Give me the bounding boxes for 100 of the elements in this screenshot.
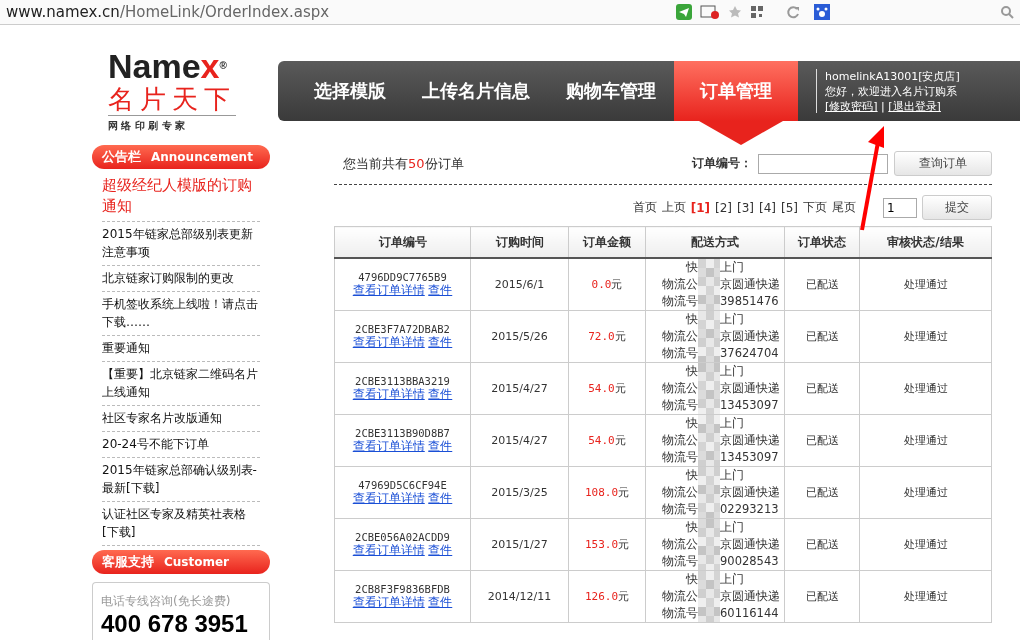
- link-separator: |: [881, 100, 885, 113]
- announcement-link[interactable]: 超级经纪人模版的订购通知: [102, 169, 260, 222]
- page-number-field[interactable]: 1: [883, 197, 917, 218]
- status-cell: 已配送: [784, 414, 860, 467]
- delivery-text: 上门: [720, 260, 745, 275]
- amount-cell: 54.0元: [568, 362, 646, 415]
- order-detail-link[interactable]: 查看订单详情: [352, 387, 425, 401]
- pager-link[interactable]: 下页: [803, 199, 827, 216]
- announcement-link[interactable]: 2015年链家总部级别表更新注意事项: [102, 222, 260, 266]
- pager-link[interactable]: [2]: [715, 200, 732, 215]
- order-detail-link[interactable]: 查看订单详情: [352, 491, 425, 505]
- pager-link[interactable]: 首页: [632, 199, 657, 216]
- announcement-link[interactable]: 认证社区专家及精英社表格[下载]: [102, 502, 260, 546]
- logo-subtitle: 名片天下: [108, 83, 236, 116]
- delivery-text: 快: [685, 520, 698, 535]
- nav-tab[interactable]: 选择模版: [296, 61, 404, 121]
- url-text[interactable]: www.namex.cn/HomeLink/OrderIndex.aspx: [6, 3, 668, 21]
- tracking-link[interactable]: 查件: [428, 439, 453, 453]
- tracking-link[interactable]: 查件: [428, 595, 453, 609]
- order-number-field[interactable]: [758, 153, 888, 174]
- order-count-text: 您当前共有50份订单: [343, 154, 464, 173]
- delivery-text: 快: [685, 416, 698, 431]
- paw-icon[interactable]: [814, 4, 832, 20]
- column-header: 审核状态/结果: [859, 226, 992, 258]
- delivery-text: 物流公: [661, 485, 698, 500]
- announcement-link[interactable]: 20-24号不能下订单: [102, 432, 260, 458]
- delivery-text: 90028543: [720, 554, 780, 569]
- status-cell: 已配送: [784, 258, 860, 311]
- section-title: 客服支持: [102, 553, 154, 571]
- star-icon[interactable]: [728, 5, 742, 19]
- delivery-text: 物流公: [661, 537, 698, 552]
- announcement-link[interactable]: 【重要】北京链家二维码名片上线通知: [102, 362, 260, 406]
- delivery-text: 京圆通快递: [720, 381, 781, 396]
- announcement-link[interactable]: 重要通知: [102, 336, 260, 362]
- reload-icon[interactable]: [786, 5, 800, 19]
- account-name: homelinkA13001[安贞店]: [825, 69, 960, 84]
- delivery-text: 快: [685, 468, 698, 483]
- tracking-link[interactable]: 查件: [428, 283, 453, 297]
- pager-link[interactable]: [3]: [737, 200, 754, 215]
- order-number: 4796DD9C7765B9: [357, 271, 448, 283]
- order-detail-link[interactable]: 查看订单详情: [352, 543, 425, 557]
- window-blocked-icon[interactable]: [700, 4, 720, 20]
- tracking-link[interactable]: 查件: [428, 335, 453, 349]
- announcement-link[interactable]: 社区专家名片改版通知: [102, 406, 260, 432]
- pager-link[interactable]: 上页: [661, 199, 686, 216]
- status-cell: 已配送: [784, 466, 860, 519]
- section-title-en: Announcement: [151, 150, 253, 164]
- review-cell: 处理通过: [859, 518, 992, 571]
- account-link[interactable]: [修改密码]: [825, 100, 878, 113]
- delivery-text: 快: [685, 260, 698, 275]
- delivery-text: 物流号: [661, 294, 698, 309]
- delivery-text: 上门: [720, 520, 745, 535]
- order-number: 2CBE056A02ACDD9: [354, 531, 451, 543]
- tracking-link[interactable]: 查件: [428, 543, 453, 557]
- order-detail-link[interactable]: 查看订单详情: [352, 283, 425, 297]
- nav-tab[interactable]: 购物车管理: [548, 61, 674, 121]
- review-cell: 处理通过: [859, 258, 992, 311]
- tracking-link[interactable]: 查件: [428, 387, 453, 401]
- pager-link[interactable]: 尾页: [832, 199, 856, 216]
- delivery-text: 上门: [720, 416, 745, 431]
- announcement-link[interactable]: 手机签收系统上线啦！请点击下载……: [102, 292, 260, 336]
- announcement-link[interactable]: 北京链家订购限制的更改: [102, 266, 260, 292]
- delivery-text: 13453097: [720, 398, 780, 413]
- delivery-text: 物流号: [661, 502, 698, 517]
- delivery-text: 37624704: [720, 346, 780, 361]
- search-icon[interactable]: [1000, 5, 1014, 19]
- pager-link[interactable]: [4]: [759, 200, 776, 215]
- amount-cell: 153.0元: [568, 518, 646, 571]
- order-number: 2CBE3113BBA3219: [354, 375, 451, 387]
- pager-link[interactable]: [1]: [690, 200, 710, 215]
- date-cell: 2015/5/26: [470, 310, 569, 363]
- column-header: 订单编号: [334, 226, 471, 258]
- announcement-link[interactable]: 2015年链家总部确认级别表-最新[下载]: [102, 458, 260, 502]
- qr-code-icon[interactable]: [750, 5, 764, 19]
- nav-tab[interactable]: 上传名片信息: [404, 61, 548, 121]
- section-title-en: Customer: [164, 555, 230, 569]
- column-header: 配送方式: [645, 226, 785, 258]
- field-label: 订单编号：: [692, 155, 752, 172]
- order-detail-link[interactable]: 查看订单详情: [352, 595, 425, 609]
- delivery-text: 京圆通快递: [720, 277, 781, 292]
- send-icon[interactable]: [676, 4, 692, 20]
- amount-cell: 108.0元: [568, 466, 646, 519]
- pager-link[interactable]: [5]: [781, 200, 798, 215]
- phone-number: 400 678 3951: [101, 610, 249, 638]
- address-bar[interactable]: www.namex.cn/HomeLink/OrderIndex.aspx: [0, 0, 1020, 25]
- column-header: 订购时间: [470, 226, 569, 258]
- order-detail-link[interactable]: 查看订单详情: [352, 335, 425, 349]
- delivery-text: 快: [685, 312, 698, 327]
- review-cell: 处理通过: [859, 570, 992, 623]
- submit-button[interactable]: 提交: [922, 195, 992, 220]
- status-cell: 已配送: [784, 518, 860, 571]
- status-cell: 已配送: [784, 362, 860, 415]
- delivery-text: 京圆通快递: [720, 589, 781, 604]
- delivery-text: 物流公: [661, 589, 698, 604]
- account-link[interactable]: [退出登录]: [888, 100, 941, 113]
- tracking-link[interactable]: 查件: [428, 491, 453, 505]
- phone-label: 电话专线咨询(免长途费): [101, 593, 232, 610]
- search-button[interactable]: 查询订单: [894, 151, 992, 176]
- delivery-text: 京圆通快递: [720, 537, 781, 552]
- order-detail-link[interactable]: 查看订单详情: [352, 439, 425, 453]
